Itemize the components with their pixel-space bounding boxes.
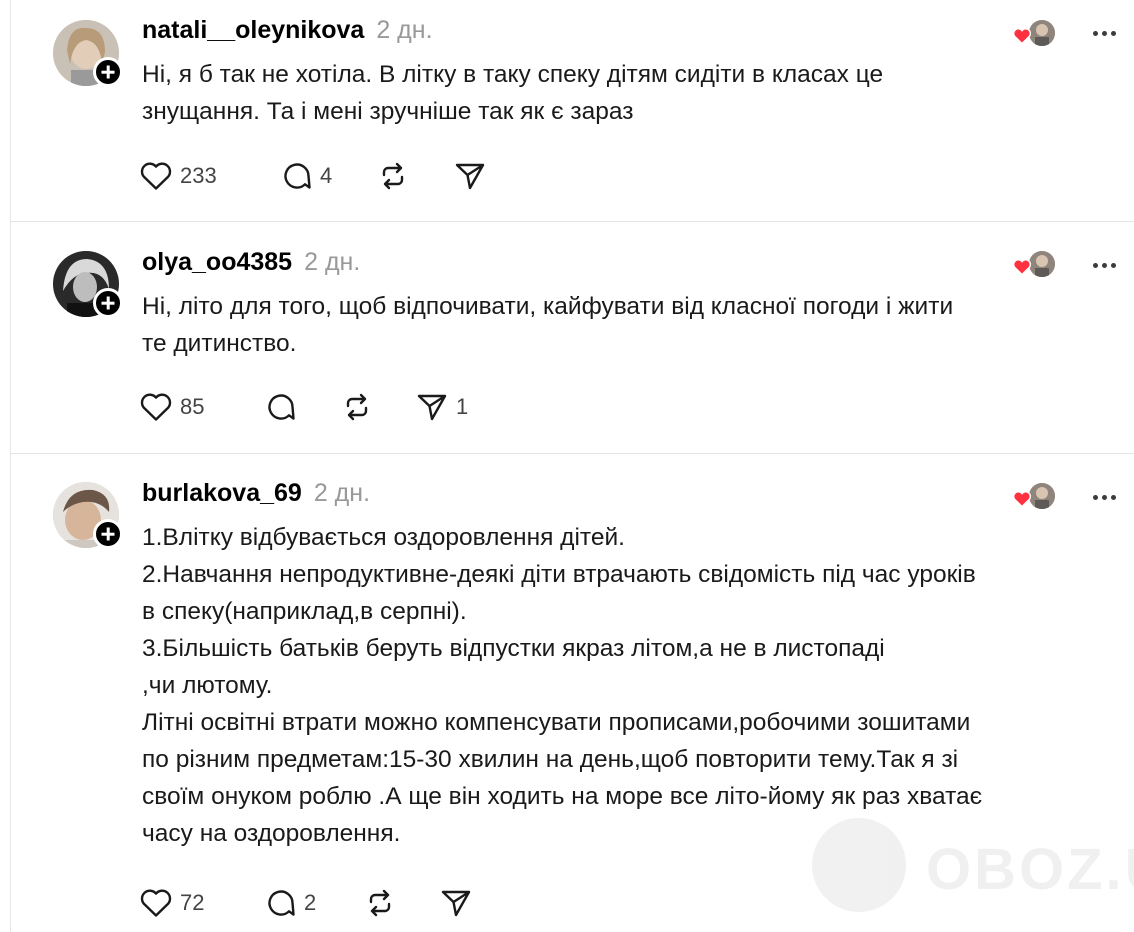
more-options-icon[interactable] [1087, 258, 1121, 272]
liked-by-author [1013, 481, 1057, 511]
post-text-line: в спеку(наприклад,в серпні). [142, 598, 467, 625]
reply-count: 2 [304, 890, 317, 915]
heart-outline-icon [140, 393, 172, 421]
post-text-line: Ні, я б так не хотіла. В літку в таку сп… [142, 61, 884, 88]
like-count: 72 [180, 890, 205, 915]
paper-plane-icon [455, 163, 485, 190]
post-header: burlakova_69 2 дн. [142, 479, 370, 509]
repost-button[interactable] [377, 159, 416, 193]
like-count: 233 [180, 163, 217, 188]
post-header: natali__oleynikova 2 дн. [142, 16, 433, 46]
share-button[interactable]: 1 [415, 390, 468, 424]
heart-filled-icon [1013, 259, 1031, 275]
reply-button[interactable]: 4 [281, 159, 332, 193]
post-text-line: 2.Навчання непродуктивне-деякі діти втра… [142, 561, 976, 588]
heart-outline-icon [140, 889, 172, 917]
repost-button[interactable] [364, 886, 403, 920]
post-text-line: ,чи лютому. [142, 672, 273, 699]
more-options-icon[interactable] [1087, 26, 1121, 40]
post-text-line: 3.Більшість батьків беруть відпустки якр… [142, 635, 885, 662]
username[interactable]: olya_oo4385 [142, 248, 292, 277]
post-text-line: своїм онуком роблю .А ще він ходить на м… [142, 783, 983, 810]
liker-avatar [1027, 249, 1057, 279]
post-text-line: те дитинство. [142, 330, 297, 357]
post-text-line: Літні освітні втрати можно компенсувати … [142, 709, 971, 736]
follow-plus-icon[interactable] [93, 57, 123, 87]
paper-plane-icon [417, 394, 447, 421]
like-count: 85 [180, 394, 205, 419]
like-button[interactable]: 85 [139, 390, 204, 424]
follow-plus-icon[interactable] [93, 519, 123, 549]
like-button[interactable]: 72 [139, 886, 204, 920]
username[interactable]: burlakova_69 [142, 479, 302, 508]
reply-button[interactable] [265, 390, 304, 424]
post-3: burlakova_69 2 дн. 1.Влітку відбувається… [11, 454, 1134, 932]
share-button[interactable] [453, 159, 494, 193]
speech-bubble-icon [268, 890, 295, 916]
post-text: Ні, я б так не хотіла. В літку в таку сп… [142, 56, 1112, 130]
post-text: 1.Влітку відбувається оздоровлення дітей… [142, 519, 1112, 852]
liked-by-author [1013, 18, 1057, 48]
heart-outline-icon [140, 162, 172, 190]
timestamp: 2 дн. [313, 479, 371, 507]
speech-bubble-icon [268, 394, 295, 420]
heart-filled-icon [1013, 491, 1031, 507]
share-count: 1 [456, 394, 469, 419]
repost-button[interactable] [341, 390, 380, 424]
repost-arrows-icon [369, 889, 391, 917]
share-button[interactable] [439, 886, 480, 920]
liker-avatar [1027, 18, 1057, 48]
post-header: olya_oo4385 2 дн. [142, 248, 360, 278]
like-button[interactable]: 233 [139, 159, 217, 193]
reply-button[interactable]: 2 [265, 886, 316, 920]
post-text-line: знущання. Та і мені зручніше так як є за… [142, 98, 634, 125]
repost-arrows-icon [346, 393, 368, 421]
liker-avatar [1027, 481, 1057, 511]
more-options-icon[interactable] [1087, 490, 1121, 504]
post-1: natali__oleynikova 2 дн. Ні, я б так не … [11, 0, 1134, 222]
post-text-line: часу на оздоровлення. [142, 820, 401, 847]
post-2: olya_oo4385 2 дн. Ні, літо для того, щоб… [11, 222, 1134, 454]
paper-plane-icon [441, 890, 471, 917]
follow-plus-icon[interactable] [93, 288, 123, 318]
speech-bubble-icon [284, 163, 311, 189]
post-text-line: Ні, літо для того, щоб відпочивати, кайф… [142, 293, 954, 320]
post-text-line: 1.Влітку відбувається оздоровлення дітей… [142, 524, 625, 551]
timestamp: 2 дн. [376, 16, 433, 44]
timestamp: 2 дн. [304, 248, 361, 276]
liked-by-author [1013, 249, 1057, 279]
username[interactable]: natali__oleynikova [142, 16, 364, 45]
heart-filled-icon [1013, 28, 1031, 44]
reply-count: 4 [320, 163, 333, 188]
post-text: Ні, літо для того, щоб відпочивати, кайф… [142, 288, 1112, 362]
post-text-line: по різним предметам:15-30 хвилин на день… [142, 746, 959, 773]
repost-arrows-icon [382, 162, 404, 190]
